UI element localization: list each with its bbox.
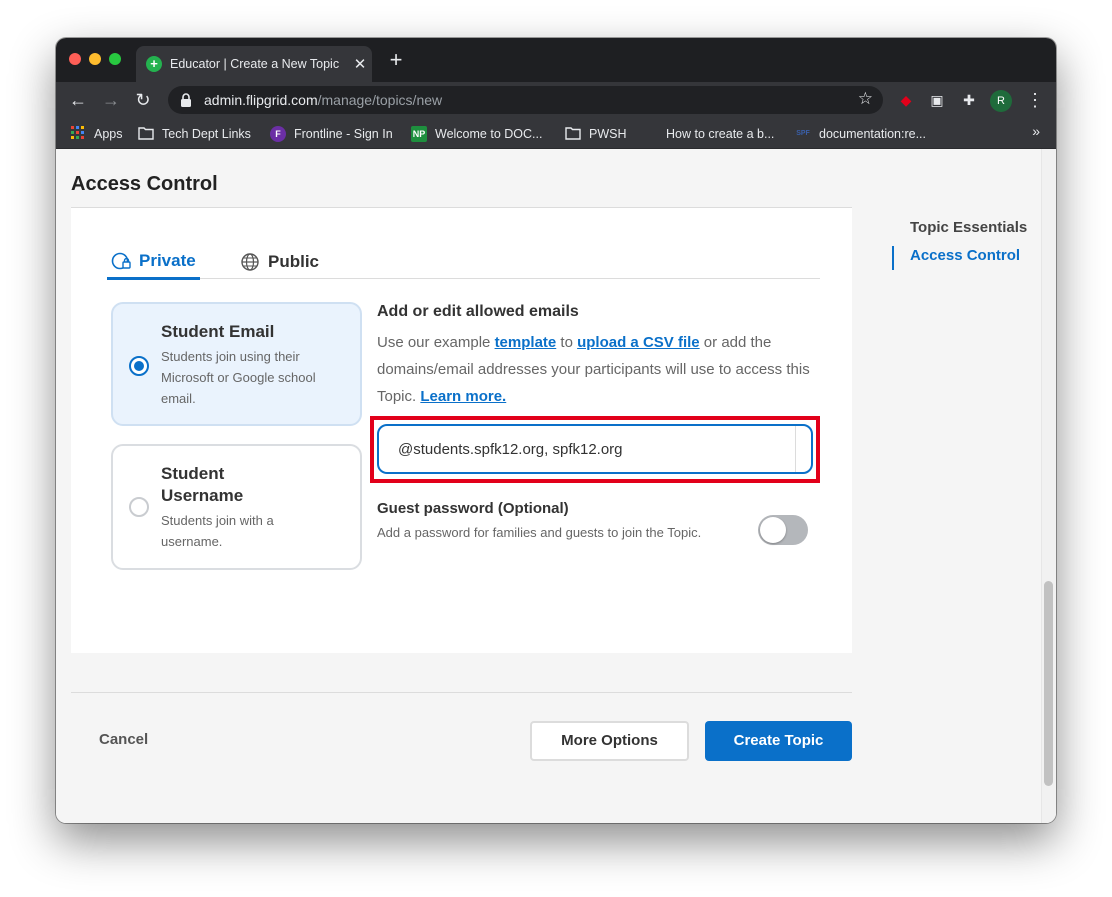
option-title: Student Username — [161, 464, 244, 505]
bookmark-label: Frontline - Sign In — [294, 127, 393, 141]
more-options-button[interactable]: More Options — [530, 721, 689, 761]
divider — [71, 692, 852, 693]
folder-icon — [565, 126, 581, 142]
side-nav-active-indicator — [892, 246, 894, 270]
tab-public-label: Public — [268, 251, 320, 271]
spf-icon: SPF — [796, 130, 810, 137]
bookmarks-bar: Apps Tech Dept Links F Frontline - Sign … — [56, 118, 1056, 149]
bookmark-label: documentation:re... — [819, 127, 927, 141]
bookmark-label: How to create a b... — [666, 127, 775, 141]
globe-icon — [241, 252, 259, 271]
allowed-emails-input[interactable] — [377, 424, 813, 474]
forward-icon[interactable]: → — [99, 88, 123, 112]
bookmark-tech-dept-links[interactable]: Tech Dept Links — [138, 124, 251, 144]
bookmark-apps[interactable]: Apps — [70, 124, 123, 144]
back-icon[interactable]: ← — [66, 88, 90, 112]
lock-icon — [180, 93, 194, 107]
profile-avatar[interactable]: R — [990, 90, 1012, 112]
tab-public[interactable]: Public — [240, 244, 319, 279]
student-username-option[interactable]: Student Username Students join with a us… — [111, 444, 362, 570]
side-nav-access-control[interactable]: Access Control — [910, 247, 1020, 264]
page-title: Access Control — [71, 173, 218, 195]
option-title: Student Email — [161, 322, 275, 341]
bookmark-label: Welcome to DOC... — [435, 127, 543, 141]
cancel-button[interactable]: Cancel — [99, 731, 148, 748]
new-tab-icon[interactable]: + — [386, 49, 406, 71]
allowed-emails-description: Use our example template to upload a CSV… — [377, 329, 817, 410]
bookmark-label: Apps — [94, 127, 123, 141]
learn-more-link[interactable]: Learn more. — [420, 388, 506, 405]
student-email-option[interactable]: Student Email Students join using their … — [111, 302, 362, 426]
apps-grid-icon — [70, 126, 86, 142]
browser-tab[interactable]: + Educator | Create a New Topic ✕ — [136, 46, 372, 82]
scrollbar-thumb[interactable] — [1044, 581, 1053, 786]
close-tab-icon[interactable]: ✕ — [348, 55, 372, 73]
desc-text: to — [556, 334, 578, 351]
browser-window: + Educator | Create a New Topic ✕ + ← → … — [56, 38, 1056, 823]
guest-password-description: Add a password for families and guests t… — [377, 525, 702, 540]
student-email-radio[interactable] — [129, 356, 149, 376]
url-text: admin.flipgrid.com/manage/topics/new — [204, 92, 442, 108]
minimize-window-button[interactable] — [89, 53, 101, 65]
url-host: admin.flipgrid.com — [204, 92, 318, 108]
page-content: Access Control Private Public Student Em… — [56, 149, 1056, 823]
reload-icon[interactable]: ↻ — [131, 88, 155, 112]
option-description: Students join using their Microsoft or G… — [161, 349, 316, 406]
bookmark-documentation[interactable]: SPF documentation:re... — [795, 124, 926, 144]
private-lock-icon — [111, 252, 131, 269]
bookmark-how-to-create[interactable]: How to create a b... — [642, 124, 774, 144]
apple-icon — [642, 126, 658, 142]
url-path: /manage/topics/new — [317, 92, 443, 108]
student-username-radio[interactable] — [129, 497, 149, 517]
guest-password-toggle[interactable] — [758, 515, 808, 545]
browser-menu-icon[interactable]: ⋮ — [1026, 88, 1044, 112]
extension-red-icon[interactable]: ◆ — [896, 90, 916, 110]
create-topic-button[interactable]: Create Topic — [705, 721, 852, 761]
bookmark-label: PWSH — [589, 127, 627, 141]
maximize-window-button[interactable] — [109, 53, 121, 65]
option-description: Students join with a username. — [161, 513, 274, 549]
frontline-icon: F — [270, 126, 286, 142]
bookmarks-overflow-icon[interactable]: » — [1032, 123, 1040, 139]
tab-bar: + Educator | Create a New Topic ✕ + — [56, 38, 1056, 82]
desc-text: Use our example — [377, 334, 495, 351]
close-window-button[interactable] — [69, 53, 81, 65]
input-divider — [795, 426, 811, 472]
toggle-knob — [760, 517, 786, 543]
template-link[interactable]: template — [495, 334, 557, 351]
tab-private-label: Private — [139, 250, 196, 270]
np-icon: NP — [411, 126, 427, 142]
tab-title: Educator | Create a New Topic — [170, 57, 340, 71]
extensions-puzzle-icon[interactable]: ✚ — [959, 90, 979, 110]
bookmark-welcome-doc[interactable]: NP Welcome to DOC... — [411, 124, 542, 144]
extension-screenshot-icon[interactable]: ▣ — [927, 90, 947, 110]
privacy-tabs: Private Public — [107, 244, 820, 280]
bookmark-frontline[interactable]: F Frontline - Sign In — [270, 124, 393, 144]
bookmark-star-icon[interactable]: ☆ — [858, 89, 873, 109]
bookmark-label: Tech Dept Links — [162, 127, 251, 141]
browser-toolbar: ← → ↻ admin.flipgrid.com/manage/topics/n… — [56, 82, 1056, 118]
tab-private[interactable]: Private — [107, 244, 200, 280]
address-bar[interactable]: admin.flipgrid.com/manage/topics/new ☆ — [168, 86, 883, 114]
guest-password-title: Guest password (Optional) — [377, 500, 569, 517]
access-control-card: Private Public Student Email Students jo… — [71, 208, 852, 653]
side-nav-topic-essentials[interactable]: Topic Essentials — [910, 219, 1027, 236]
scrollbar[interactable] — [1041, 149, 1056, 823]
upload-csv-link[interactable]: upload a CSV file — [577, 334, 700, 351]
bookmark-pwsh[interactable]: PWSH — [565, 124, 627, 144]
flipgrid-favicon-icon: + — [146, 56, 162, 72]
allowed-emails-title: Add or edit allowed emails — [377, 303, 579, 320]
folder-icon — [138, 126, 154, 142]
